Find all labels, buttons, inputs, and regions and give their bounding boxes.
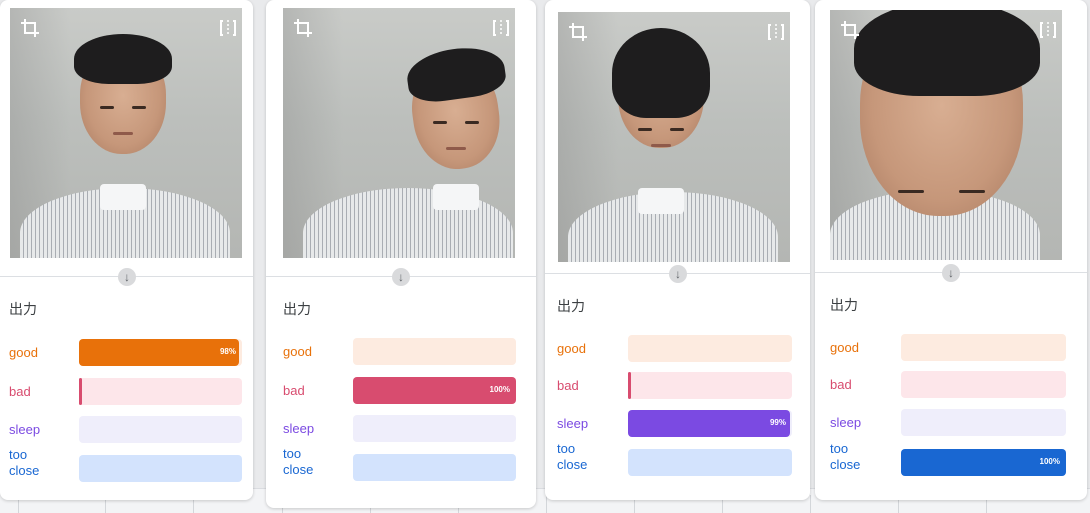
class-label-line: close	[557, 457, 588, 472]
class-label-bad: bad	[557, 378, 579, 393]
panel-3: ↓ 出力 good bad sleep 99% too close	[545, 0, 810, 500]
confidence-bar-good	[901, 334, 1066, 361]
class-label-close: too close	[830, 441, 860, 473]
crop-icon[interactable]	[840, 20, 860, 40]
confidence-bar-good: 98%	[79, 339, 242, 366]
arrow-down-icon[interactable]: ↓	[118, 268, 136, 286]
confidence-bar-sleep: 99%	[628, 410, 792, 437]
webcam-preview	[10, 8, 242, 258]
confidence-percent: 100%	[489, 385, 510, 394]
output-label: 出力	[283, 301, 311, 317]
output-label: 出力	[557, 298, 585, 314]
class-label-good: good	[283, 344, 312, 359]
hair	[74, 34, 172, 84]
crop-icon[interactable]	[20, 18, 40, 38]
class-label-good: good	[830, 340, 859, 355]
class-label-line: too	[283, 446, 302, 461]
confidence-bar-good	[353, 338, 516, 365]
class-label-line: close	[283, 462, 314, 477]
eye	[433, 121, 447, 124]
hair	[854, 10, 1041, 96]
confidence-bar-fill	[79, 378, 82, 405]
class-label-bad: bad	[283, 383, 305, 398]
panel-2: ↓ 出力 good bad 100% sleep too close	[266, 0, 536, 508]
eye	[958, 190, 985, 193]
flip-icon[interactable]	[491, 18, 511, 38]
class-label-good: good	[557, 341, 586, 356]
confidence-bar-close	[353, 454, 516, 481]
table-divider	[810, 495, 811, 513]
class-label-close: too close	[9, 447, 39, 479]
confidence-bar-good	[628, 335, 792, 362]
collar	[638, 188, 684, 214]
flip-icon[interactable]	[766, 22, 786, 42]
class-label-close: too close	[557, 441, 587, 473]
confidence-bar-bad	[79, 378, 242, 405]
mouth	[651, 144, 671, 147]
class-label-line: too	[557, 441, 576, 456]
confidence-percent: 100%	[1039, 457, 1060, 466]
arrow-down-icon[interactable]: ↓	[392, 268, 410, 286]
confidence-bar-fill	[628, 410, 790, 437]
confidence-bar-bad: 100%	[353, 377, 516, 404]
class-label-sleep: sleep	[830, 415, 862, 430]
confidence-percent: 99%	[769, 418, 786, 427]
class-label-close: too close	[283, 446, 313, 478]
confidence-bar-close: 100%	[901, 449, 1066, 476]
class-label-line: too	[9, 447, 28, 462]
panel-4: ↓ 出力 good bad sleep too close 100%	[815, 0, 1087, 500]
eye	[670, 128, 684, 131]
class-label-sleep: sleep	[283, 421, 315, 436]
webcam-preview	[558, 12, 790, 262]
confidence-bar-fill	[79, 339, 239, 366]
class-label-line: close	[830, 457, 861, 472]
confidence-bar-close	[628, 449, 792, 476]
class-label-good: good	[9, 345, 38, 360]
crop-icon[interactable]	[568, 22, 588, 42]
flip-icon[interactable]	[1038, 20, 1058, 40]
mouth	[446, 147, 466, 150]
confidence-bar-sleep	[79, 416, 242, 443]
arrow-down-icon[interactable]: ↓	[942, 264, 960, 282]
confidence-bar-bad	[628, 372, 792, 399]
class-label-line: close	[9, 463, 40, 478]
eye	[465, 121, 479, 124]
eye	[898, 190, 924, 193]
mouth	[113, 132, 133, 135]
confidence-bar-close	[79, 455, 242, 482]
class-label-sleep: sleep	[557, 416, 589, 431]
output-label: 出力	[9, 301, 37, 317]
eye	[132, 106, 146, 109]
class-label-bad: bad	[830, 377, 852, 392]
arrow-down-icon[interactable]: ↓	[669, 265, 687, 283]
webcam-preview	[283, 8, 515, 258]
webcam-preview	[830, 10, 1062, 260]
flip-icon[interactable]	[218, 18, 238, 38]
panel-1: ↓ 出力 good 98% bad sleep too close	[0, 0, 253, 500]
crop-icon[interactable]	[293, 18, 313, 38]
output-label: 出力	[830, 297, 858, 313]
collar	[433, 184, 479, 210]
confidence-bar-sleep	[901, 409, 1066, 436]
confidence-percent: 98%	[219, 347, 236, 356]
confidence-bar-bad	[901, 371, 1066, 398]
eye	[638, 128, 652, 131]
confidence-bar-sleep	[353, 415, 516, 442]
class-label-line: too	[830, 441, 849, 456]
class-label-bad: bad	[9, 384, 31, 399]
eye	[100, 106, 114, 109]
hair	[612, 28, 710, 118]
collar	[100, 184, 146, 210]
confidence-bar-fill	[628, 372, 631, 399]
class-label-sleep: sleep	[9, 422, 41, 437]
